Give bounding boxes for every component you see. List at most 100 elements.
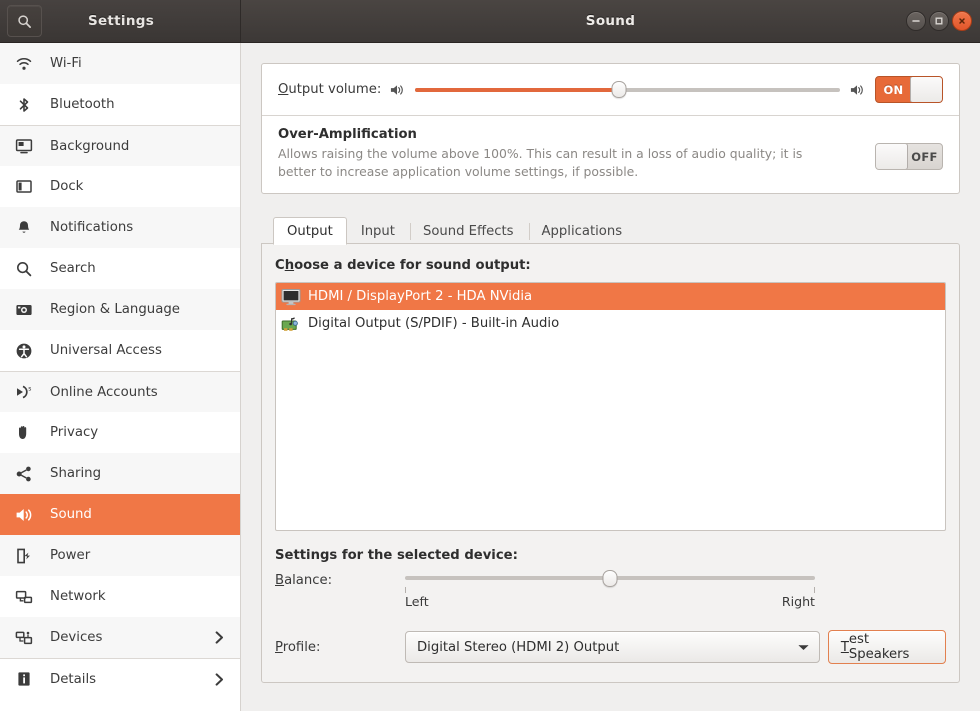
- window-title: Sound: [241, 13, 980, 29]
- chevron-right-icon: [215, 673, 224, 686]
- sidebar-item-label: Bluetooth: [50, 97, 240, 112]
- sharing-icon: [13, 463, 35, 485]
- balance-tick-right: [814, 587, 815, 593]
- profile-mnemonic: P: [275, 640, 283, 655]
- titlebar-sidebar-section: Settings: [0, 0, 241, 42]
- search-icon: [13, 258, 35, 280]
- close-button[interactable]: [952, 11, 972, 31]
- settings-app-title: Settings: [42, 13, 200, 29]
- details-info-icon: [13, 668, 35, 690]
- sidebar-item-wi-fi[interactable]: Wi-Fi: [0, 43, 240, 84]
- power-icon: [13, 545, 35, 567]
- tab-applications[interactable]: Applications: [528, 218, 637, 244]
- balance-ticks: [405, 587, 815, 593]
- over-amplification-description: Allows raising the volume above 100%. Th…: [278, 145, 838, 180]
- minimize-button[interactable]: [906, 11, 926, 31]
- sidebar-item-power[interactable]: Power: [0, 535, 240, 576]
- titlebar-main-section: Sound: [241, 0, 980, 42]
- sidebar-item-details[interactable]: Details: [0, 658, 240, 699]
- output-device-list[interactable]: HDMI / DisplayPort 2 - HDA NVidiaDigital…: [275, 282, 946, 531]
- sound-icon: [13, 504, 35, 526]
- sidebar-item-label: Notifications: [50, 220, 240, 235]
- bluetooth-icon: [13, 94, 35, 116]
- test-speakers-label-rest: est Speakers: [849, 632, 933, 662]
- profile-dropdown[interactable]: Digital Stereo (HDMI 2) Output: [405, 631, 820, 663]
- balance-label-rest: alance:: [284, 573, 332, 588]
- tab-output[interactable]: Output: [273, 217, 347, 245]
- bell-icon: [13, 217, 35, 239]
- sidebar-item-network[interactable]: Network: [0, 576, 240, 617]
- over-amplification-toggle-knob: [875, 143, 908, 170]
- sidebar-item-devices[interactable]: Devices: [0, 617, 240, 658]
- sidebar-item-label: Universal Access: [50, 343, 240, 358]
- tab-label: Applications: [542, 224, 623, 239]
- output-volume-toggle[interactable]: ON: [875, 76, 943, 103]
- chevron-down-icon: [798, 644, 809, 651]
- sidebar-item-bluetooth[interactable]: Bluetooth: [0, 84, 240, 125]
- sidebar-item-dock[interactable]: Dock: [0, 166, 240, 207]
- sidebar-item-label: Dock: [50, 179, 240, 194]
- over-amplification-toggle[interactable]: OFF: [875, 143, 943, 170]
- volume-high-icon: [850, 83, 865, 97]
- volume-track-fill: [415, 88, 619, 92]
- sidebar-item-label: Network: [50, 589, 240, 604]
- sidebar-item-search[interactable]: Search: [0, 248, 240, 289]
- output-volume-toggle-state: ON: [876, 77, 911, 102]
- balance-marks: Left Right: [405, 594, 815, 609]
- over-amplification-title: Over-Amplification: [278, 127, 861, 142]
- chevron-right-icon: [215, 631, 224, 644]
- over-amplification-toggle-wrap: OFF: [875, 127, 943, 170]
- volume-slider-handle[interactable]: [612, 81, 627, 98]
- selected-device-settings-heading: Settings for the selected device:: [275, 548, 946, 563]
- balance-tick-left: [405, 587, 406, 593]
- sidebar-item-region-language[interactable]: Region & Language: [0, 289, 240, 330]
- balance-row: Balance: Left: [275, 569, 946, 609]
- over-amplification-row: Over-Amplification Allows raising the vo…: [262, 116, 959, 193]
- sidebar-item-label: Wi-Fi: [50, 56, 240, 71]
- accessibility-icon: [13, 340, 35, 362]
- maximize-button[interactable]: [929, 11, 949, 31]
- output-tab-panel: Choose a device for sound output: HDMI /…: [261, 243, 960, 683]
- output-volume-slider[interactable]: [415, 81, 840, 99]
- devices-icon: [13, 627, 35, 649]
- device-list-item[interactable]: HDMI / DisplayPort 2 - HDA NVidia: [276, 283, 945, 310]
- sidebar-item-label: Sharing: [50, 466, 240, 481]
- sidebar-item-background[interactable]: Background: [0, 125, 240, 166]
- balance-slider[interactable]: [405, 569, 815, 587]
- sidebar-item-label: Background: [50, 139, 240, 154]
- balance-left-mark: Left: [405, 594, 429, 609]
- sidebar-item-sharing[interactable]: Sharing: [0, 453, 240, 494]
- sidebar-item-label: Details: [50, 672, 215, 687]
- tab-label: Output: [287, 224, 333, 239]
- balance-slider-handle[interactable]: [603, 570, 618, 587]
- balance-label: Balance:: [275, 569, 405, 588]
- choose-device-heading-rest: oose a device for sound output:: [294, 258, 531, 273]
- choose-device-heading-prefix: C: [275, 258, 285, 273]
- sidebar-nav: Wi-Fi Bluetooth Background Dock Notification…: [0, 43, 241, 711]
- sidebar-item-online-accounts[interactable]: sOnline Accounts: [0, 371, 240, 412]
- privacy-hand-icon: [13, 422, 35, 444]
- online-accounts-icon: s: [13, 381, 35, 403]
- tab-input[interactable]: Input: [347, 218, 409, 244]
- over-amplification-toggle-state: OFF: [907, 144, 942, 169]
- tab-label: Sound Effects: [423, 224, 514, 239]
- balance-right-mark: Right: [782, 594, 815, 609]
- tab-sound-effects[interactable]: Sound Effects: [409, 218, 528, 244]
- main-content: Output volume:: [241, 43, 980, 711]
- profile-selected-value: Digital Stereo (HDMI 2) Output: [417, 640, 798, 655]
- monitor-icon: [280, 286, 302, 308]
- background-icon: [13, 135, 35, 157]
- balance-mnemonic: B: [275, 573, 284, 588]
- profile-row: Profile: Digital Stereo (HDMI 2) Output …: [275, 630, 946, 664]
- settings-window: Settings Sound Wi-FiBlue: [0, 0, 980, 711]
- wifi-icon: [13, 53, 35, 75]
- sidebar-item-sound[interactable]: Sound: [0, 494, 240, 535]
- device-list-item[interactable]: Digital Output (S/PDIF) - Built-in Audio: [276, 310, 945, 337]
- search-icon[interactable]: [7, 5, 42, 37]
- window-body: Wi-Fi Bluetooth Background Dock Notification…: [0, 43, 980, 711]
- sidebar-item-privacy[interactable]: Privacy: [0, 412, 240, 453]
- sidebar-item-notifications[interactable]: Notifications: [0, 207, 240, 248]
- window-controls: [906, 11, 972, 31]
- sidebar-item-universal-access[interactable]: Universal Access: [0, 330, 240, 371]
- test-speakers-button[interactable]: Test Speakers: [828, 630, 946, 664]
